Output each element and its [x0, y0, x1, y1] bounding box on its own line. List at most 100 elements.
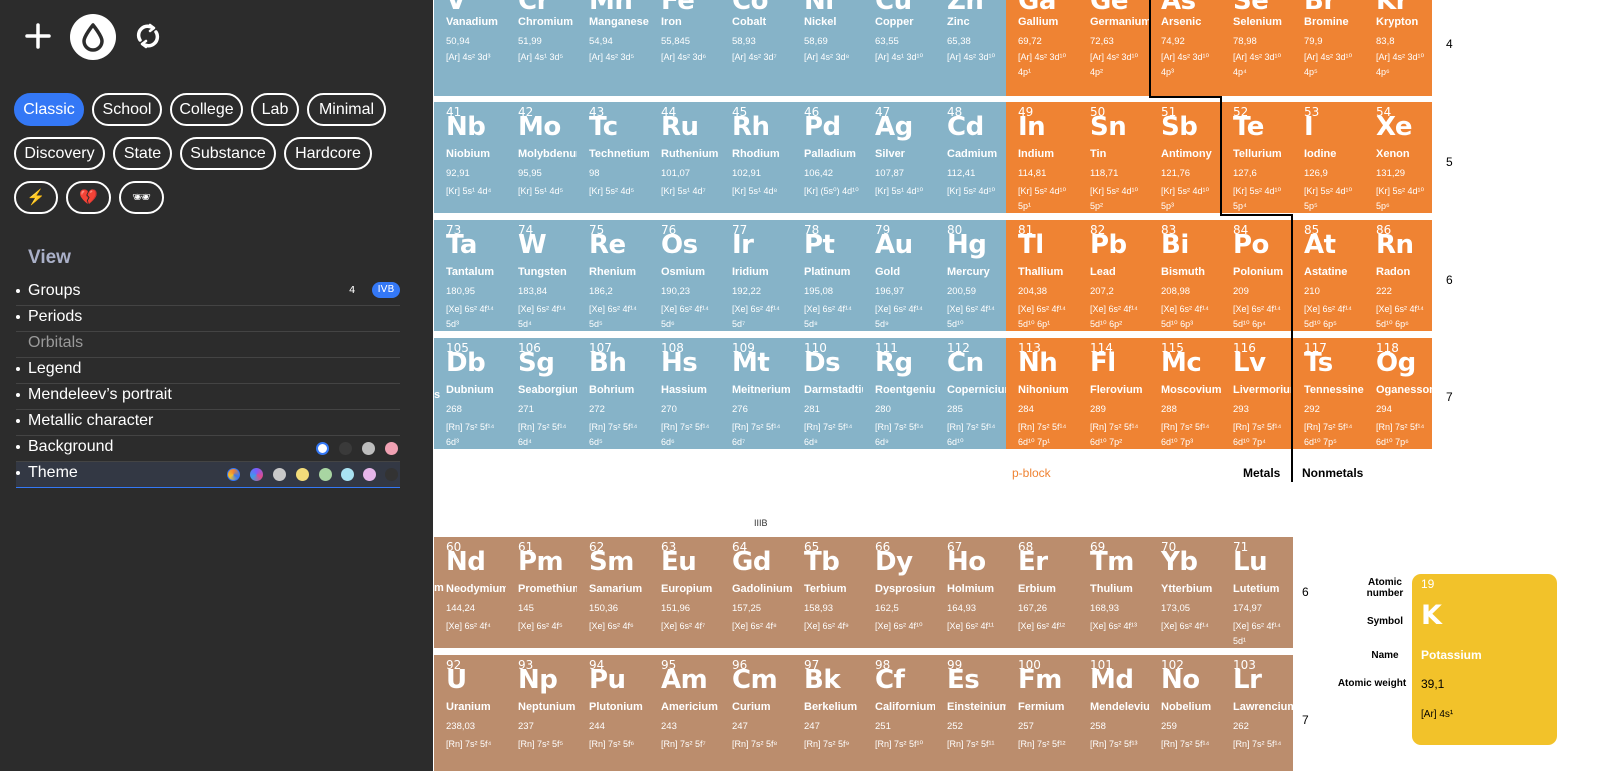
element-cell[interactable]: V Vanadium 50,94 [Ar] 4s² 3d³ [434, 0, 506, 96]
view-legend[interactable]: Legend [16, 358, 400, 384]
mode-minimal[interactable]: Minimal [307, 93, 386, 126]
element-cell[interactable]: 116 Lv Livermorium 293 [Rn] 7s² 5f¹⁴ 6d¹⁰ 7p… [1221, 338, 1293, 449]
element-cell[interactable]: 83 Bi Bismuth 208,98 [Xe] 6s² 4f¹⁴ 5d¹⁰ 6p³ [1149, 220, 1221, 331]
element-cell[interactable]: Ga Gallium 69,72 [Ar] 4s² 3d¹⁰ 4p¹ [1006, 0, 1078, 96]
element-cell[interactable]: Ni Nickel 58,69 [Ar] 4s² 3d⁸ [792, 0, 864, 96]
element-cell[interactable]: 44 Ru Ruthenium 101,07 [Kr] 5s¹ 4d⁷ [649, 102, 721, 213]
element-cell[interactable]: 84 Po Polonium 209 [Xe] 6s² 4f¹⁴ 5d¹⁰ 6p⁴ [1221, 220, 1293, 331]
element-cell[interactable]: 95 Am Americium 243 [Rn] 7s² 5f⁷ [649, 655, 721, 771]
element-cell[interactable]: 45 Rh Rhodium 102,91 [Kr] 5s¹ 4d⁸ [720, 102, 792, 213]
element-cell[interactable]: 117 Ts Tennessine 292 [Rn] 7s² 5f¹⁴ 6d¹⁰ 7p⁵ [1292, 338, 1364, 449]
element-cell[interactable]: 103 Lr Lawrencium 262 [Rn] 7s² 5f¹⁴ [1221, 655, 1293, 771]
element-cell[interactable]: Kr Krypton 83,8 [Ar] 4s² 3d¹⁰ 4p⁶ [1364, 0, 1432, 96]
element-cell[interactable]: 70 Yb Ytterbium 173,05 [Xe] 6s² 4f¹⁴ [1149, 537, 1221, 648]
element-cell[interactable]: 52 Te Tellurium 127,6 [Kr] 5s² 4d¹⁰ 5p⁴ [1221, 102, 1293, 213]
element-cell[interactable]: 66 Dy Dysprosium 162,5 [Xe] 6s² 4f¹⁰ [863, 537, 935, 648]
mode-school[interactable]: School [92, 93, 162, 126]
element-cell[interactable]: 68 Er Erbium 167,26 [Xe] 6s² 4f¹² [1006, 537, 1078, 648]
element-cell[interactable]: Cr Chromium 51,99 [Ar] 4s¹ 3d⁵ [506, 0, 578, 96]
element-cell[interactable]: 73 Ta Tantalum 180,95 [Xe] 6s² 4f¹⁴ 5d³ [434, 220, 506, 331]
view-groups[interactable]: Groups 4 IVB [16, 280, 400, 306]
element-cell[interactable]: 81 Tl Thallium 204,38 [Xe] 6s² 4f¹⁴ 5d¹⁰ 6p¹ [1006, 220, 1078, 331]
element-cell[interactable]: As Arsenic 74,92 [Ar] 4s² 3d¹⁰ 4p³ [1149, 0, 1221, 96]
element-cell[interactable]: 76 Os Osmium 190,23 [Xe] 6s² 4f¹⁴ 5d⁶ [649, 220, 721, 331]
element-cell[interactable]: 113 Nh Nihonium 284 [Rn] 7s² 5f¹⁴ 6d¹⁰ 7p¹ [1006, 338, 1078, 449]
element-cell[interactable]: Fe Iron 55,845 [Ar] 4s² 3d⁶ [649, 0, 721, 96]
lightning-mode-button[interactable]: ⚡ [14, 181, 58, 214]
bg-swatch-gray[interactable] [362, 442, 375, 455]
element-cell[interactable]: 92 U Uranium 238,03 [Rn] 7s² 5f⁴ [434, 655, 506, 771]
view-mendeleev-portrait[interactable]: Mendeleev’s portrait [16, 384, 400, 410]
theme-swatch-multicolor[interactable] [227, 468, 240, 481]
view-theme[interactable]: Theme [16, 462, 400, 488]
theme-drop-button[interactable] [70, 14, 116, 60]
theme-swatch-yellow[interactable] [296, 468, 309, 481]
element-cell[interactable]: 47 Ag Silver 107,87 [Kr] 5s¹ 4d¹⁰ [863, 102, 935, 213]
element-cell[interactable]: 50 Sn Tin 118,71 [Kr] 5s² 4d¹⁰ 5p² [1078, 102, 1150, 213]
theme-swatch-green[interactable] [319, 468, 332, 481]
element-cell[interactable]: 49 In Indium 114,81 [Kr] 5s² 4d¹⁰ 5p¹ [1006, 102, 1078, 213]
element-cell[interactable]: 54 Xe Xenon 131,29 [Kr] 5s² 4d¹⁰ 5p⁶ [1364, 102, 1432, 213]
element-cell[interactable]: 43 Tc Technetium 98 [Kr] 5s² 4d⁵ [577, 102, 649, 213]
element-cell[interactable]: Co Cobalt 58,93 [Ar] 4s² 3d⁷ [720, 0, 792, 96]
element-cell[interactable]: 80 Hg Mercury 200,59 [Xe] 6s² 4f¹⁴ 5d¹⁰ [935, 220, 1007, 331]
mode-college[interactable]: College [170, 93, 243, 126]
mode-substance[interactable]: Substance [180, 137, 276, 170]
mode-lab[interactable]: Lab [251, 93, 299, 126]
mode-discovery[interactable]: Discovery [14, 137, 105, 170]
element-cell[interactable]: 97 Bk Berkelium 247 [Rn] 7s² 5f⁹ [792, 655, 864, 771]
groups-badge[interactable]: IVB [372, 282, 400, 298]
element-cell[interactable]: Ge Germanium 72,63 [Ar] 4s² 3d¹⁰ 4p² [1078, 0, 1150, 96]
element-cell[interactable]: 102 No Nobelium 259 [Rn] 7s² 5f¹⁴ [1149, 655, 1221, 771]
element-cell[interactable]: 75 Re Rhenium 186,2 [Xe] 6s² 4f¹⁴ 5d⁵ [577, 220, 649, 331]
bg-swatch-pink[interactable] [385, 442, 398, 455]
view-metallic-character[interactable]: Metallic character [16, 410, 400, 436]
element-cell[interactable]: 101MdMendelevium258[Rn] 7s² 5f¹³ [1078, 655, 1150, 771]
element-cell[interactable]: 115 Mc Moscovium 288 [Rn] 7s² 5f¹⁴ 6d¹⁰ 7p³ [1149, 338, 1221, 449]
mode-state[interactable]: State [113, 137, 172, 170]
element-cell[interactable]: 99 Es Einsteinium 252 [Rn] 7s² 5f¹¹ [935, 655, 1007, 771]
element-cell[interactable]: 85 At Astatine 210 [Xe] 6s² 4f¹⁴ 5d¹⁰ 6p⁵ [1292, 220, 1364, 331]
element-cell[interactable]: 79 Au Gold 196,97 [Xe] 6s² 4f¹⁴ 5d⁹ [863, 220, 935, 331]
element-cell[interactable]: 51 Sb Antimony 121,76 [Kr] 5s² 4d¹⁰ 5p³ [1149, 102, 1221, 213]
element-cell[interactable]: 98 Cf Californium 251 [Rn] 7s² 5f¹⁰ [863, 655, 935, 771]
element-cell[interactable]: 100 Fm Fermium 257 [Rn] 7s² 5f¹² [1006, 655, 1078, 771]
element-cell[interactable]: Zn Zinc 65,38 [Ar] 4s² 3d¹⁰ [935, 0, 1007, 96]
element-cell[interactable]: 110DsDarmstadtium281[Rn] 7s² 5f¹⁴ 6d⁸ [792, 338, 864, 449]
element-cell[interactable]: Cu Copper 63,55 [Ar] 4s¹ 3d¹⁰ [863, 0, 935, 96]
view-background[interactable]: Background [16, 436, 400, 462]
mode-classic[interactable]: Classic [14, 93, 84, 126]
element-cell[interactable]: 106 Sg Seaborgium 271 [Rn] 7s² 5f¹⁴ 6d⁴ [506, 338, 578, 449]
element-cell[interactable]: Se Selenium 78,98 [Ar] 4s² 3d¹⁰ 4p⁴ [1221, 0, 1293, 96]
theme-swatch-violet[interactable] [250, 468, 263, 481]
theme-swatch-lilac[interactable] [363, 468, 376, 481]
theme-swatch-black[interactable] [385, 468, 398, 481]
element-cell[interactable]: Mn Manganese 54,94 [Ar] 4s² 3d⁵ [577, 0, 649, 96]
view-orbitals[interactable]: Orbitals [16, 332, 400, 358]
element-cell[interactable]: 111RgRoentgenium280[Rn] 7s² 5f¹⁴ 6d⁹ [863, 338, 935, 449]
element-cell[interactable]: 114 Fl Flerovium 289 [Rn] 7s² 5f¹⁴ 6d¹⁰ 7p² [1078, 338, 1150, 449]
element-cell[interactable]: 48 Cd Cadmium 112,41 [Kr] 5s² 4d¹⁰ [935, 102, 1007, 213]
mode-hardcore[interactable]: Hardcore [284, 137, 372, 170]
view-periods[interactable]: Periods [16, 306, 400, 332]
element-cell[interactable]: 53 I Iodine 126,9 [Kr] 5s² 4d¹⁰ 5p⁵ [1292, 102, 1364, 213]
bg-swatch-white[interactable] [316, 442, 329, 455]
element-cell[interactable]: 96 Cm Curium 247 [Rn] 7s² 5f⁸ [720, 655, 792, 771]
element-cell[interactable]: 41 Nb Niobium 92,91 [Kr] 5s¹ 4d⁴ [434, 102, 506, 213]
element-cell[interactable]: 82 Pb Lead 207,2 [Xe] 6s² 4f¹⁴ 5d¹⁰ 6p² [1078, 220, 1150, 331]
broken-heart-mode-button[interactable]: 💔 [66, 181, 111, 214]
element-cell[interactable]: 63 Eu Europium 151,96 [Xe] 6s² 4f⁷ [649, 537, 721, 648]
element-cell[interactable]: 93 Np Neptunium 237 [Rn] 7s² 5f⁵ [506, 655, 578, 771]
element-cell[interactable]: 46 Pd Palladium 106,42 [Kr] (5s⁰) 4d¹⁰ [792, 102, 864, 213]
element-cell[interactable]: 61 Pm Promethium 145 [Xe] 6s² 4f⁵ [506, 537, 578, 648]
element-cell[interactable]: 77 Ir Iridium 192,22 [Xe] 6s² 4f¹⁴ 5d⁷ [720, 220, 792, 331]
element-cell[interactable]: Br Bromine 79,9 [Ar] 4s² 3d¹⁰ 4p⁵ [1292, 0, 1364, 96]
element-cell[interactable]: 67 Ho Holmium 164,93 [Xe] 6s² 4f¹¹ [935, 537, 1007, 648]
element-cell[interactable]: 108 Hs Hassium 270 [Rn] 7s² 5f¹⁴ 6d⁶ [649, 338, 721, 449]
element-cell[interactable]: 107 Bh Bohrium 272 [Rn] 7s² 5f¹⁴ 6d⁵ [577, 338, 649, 449]
element-cell[interactable]: 60 Nd Neodymium 144,24 [Xe] 6s² 4f⁴ [434, 537, 506, 648]
element-cell[interactable]: 78 Pt Platinum 195,08 [Xe] 6s² 4f¹⁴ 5d⁸ [792, 220, 864, 331]
element-cell[interactable]: 74 W Tungsten 183,84 [Xe] 6s² 4f¹⁴ 5d⁴ [506, 220, 578, 331]
element-cell[interactable]: 112CnCopernicium285[Rn] 7s² 5f¹⁴ 6d¹⁰ [935, 338, 1007, 449]
element-cell[interactable]: 71 Lu Lutetium 174,97 [Xe] 6s² 4f¹⁴ 5d¹ [1221, 537, 1293, 648]
